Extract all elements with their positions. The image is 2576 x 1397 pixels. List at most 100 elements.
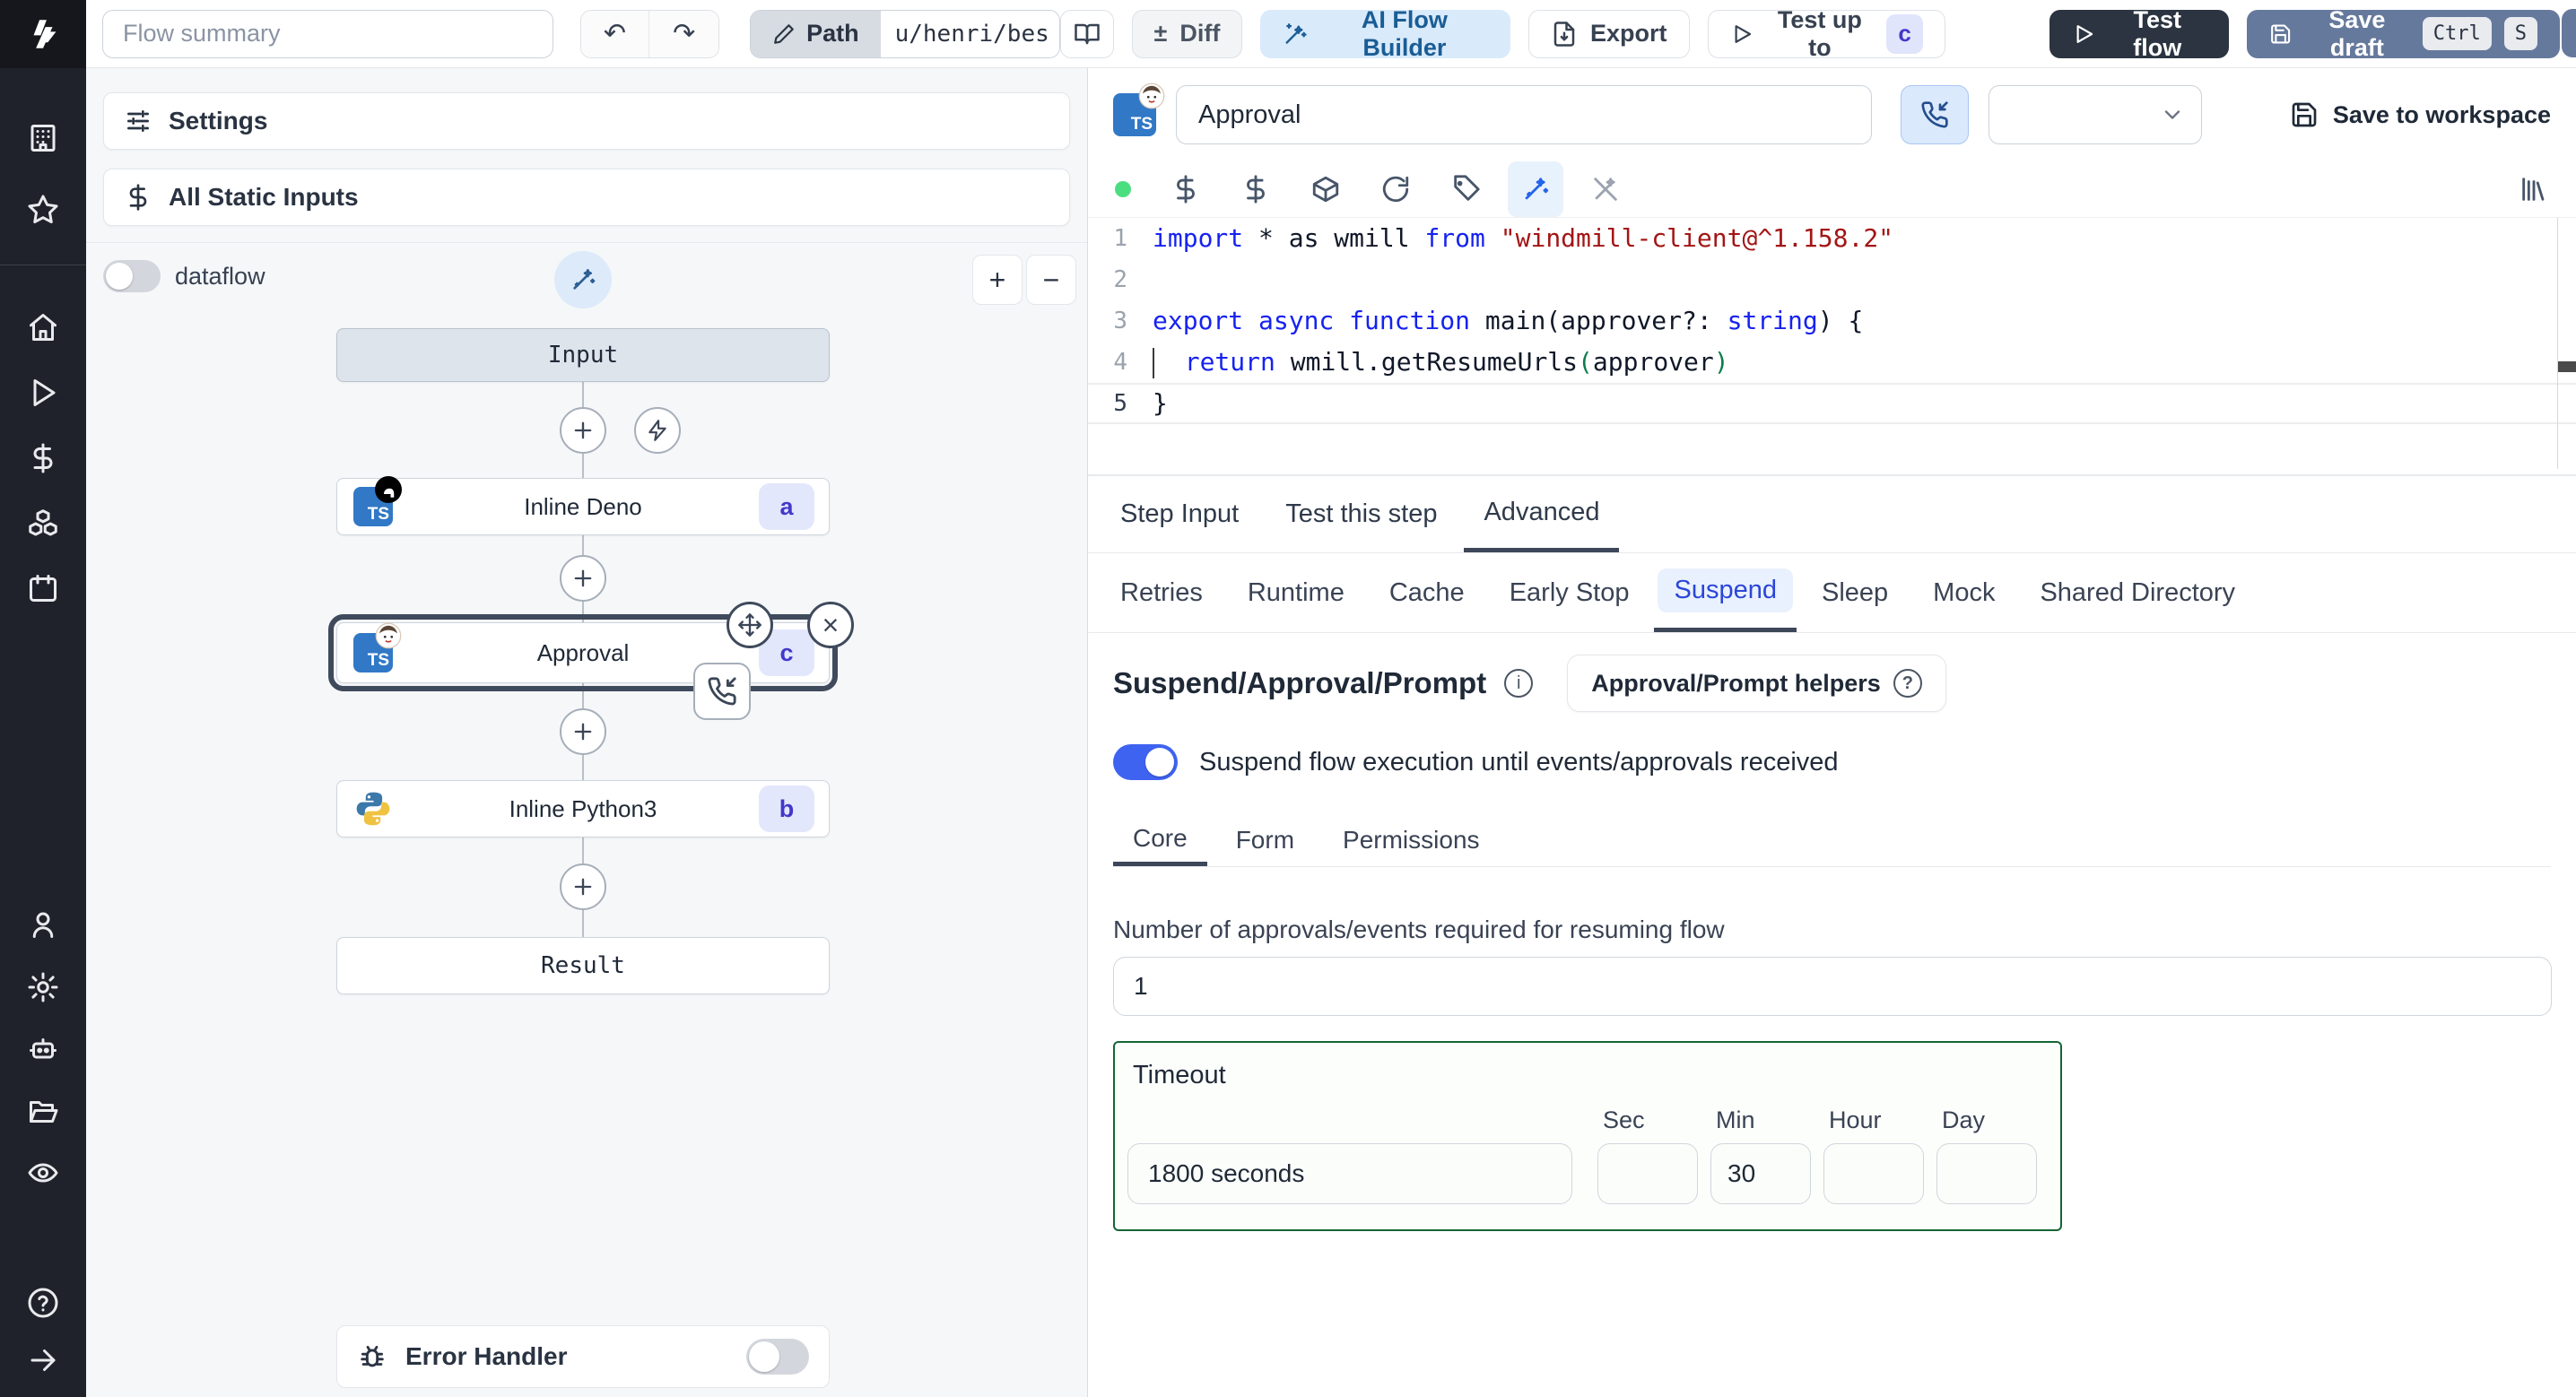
save-to-workspace-button[interactable]: Save to workspace — [2290, 100, 2551, 129]
save-draft-button[interactable]: Save draft Ctrl S — [2246, 6, 2560, 61]
code-line-active: 5 } — [1088, 383, 2576, 424]
dataflow-toggle[interactable] — [103, 260, 161, 292]
play-icon — [2076, 24, 2093, 43]
variables-dollar-icon[interactable] — [1171, 174, 1201, 204]
settings-gear-icon[interactable] — [27, 971, 59, 1003]
insert-step-button[interactable] — [560, 708, 606, 755]
zoom-out-button[interactable]: − — [1026, 255, 1076, 305]
test-flow-button[interactable]: Test flow — [2049, 6, 2229, 61]
resources-dollar-icon[interactable] — [1240, 174, 1271, 204]
step-name-input[interactable] — [1176, 85, 1872, 144]
graph-separator — [86, 242, 1087, 243]
move-step-button[interactable] — [727, 602, 773, 648]
library-icon[interactable] — [2519, 174, 2549, 204]
delete-step-button[interactable]: × — [807, 602, 854, 648]
windmill-logo[interactable] — [0, 0, 86, 68]
package-icon[interactable] — [1310, 174, 1341, 204]
graph-ai-wand-button[interactable] — [554, 251, 612, 308]
sec-input[interactable] — [1597, 1143, 1698, 1204]
diff-label: Diff — [1179, 20, 1221, 47]
home-icon[interactable] — [27, 311, 59, 343]
sidebar — [0, 0, 86, 1397]
approval-prompt-helpers-button[interactable]: Approval/Prompt helpers ? — [1567, 655, 1946, 712]
expand-arrow-icon[interactable] — [27, 1344, 59, 1376]
subtab-retries[interactable]: Retries — [1101, 553, 1223, 632]
runs-play-icon[interactable] — [27, 377, 59, 409]
tab-form[interactable]: Form — [1216, 814, 1314, 866]
suspend-toggle[interactable] — [1113, 744, 1178, 780]
help-circle-icon[interactable] — [27, 1287, 59, 1319]
ai-wand-off-icon[interactable] — [1590, 174, 1621, 204]
variables-dollar-icon[interactable] — [27, 442, 59, 474]
ai-flow-builder-button[interactable]: AI Flow Builder — [1260, 6, 1511, 61]
hour-input[interactable] — [1823, 1143, 1924, 1204]
flow-node-result[interactable]: Result — [336, 937, 830, 994]
subtab-suspend[interactable]: Suspend — [1654, 553, 1797, 632]
test-up-to-button[interactable]: Test up to c — [1707, 6, 1946, 61]
line-number: 3 — [1113, 308, 1127, 334]
save-draft-label: Save draft — [2328, 5, 2386, 61]
workspace-building-icon[interactable] — [27, 122, 59, 154]
flow-summary-input[interactable] — [102, 9, 553, 58]
subtab-shared-directory[interactable]: Shared Directory — [2020, 553, 2255, 632]
code-editor[interactable]: 1 import * as wmill from "windmill-clien… — [1088, 218, 2576, 474]
deploy-button-sliver[interactable] — [2562, 9, 2576, 57]
subtab-sleep[interactable]: Sleep — [1802, 553, 1908, 632]
subtab-runtime[interactable]: Runtime — [1228, 553, 1364, 632]
tab-advanced[interactable]: Advanced — [1464, 476, 1620, 552]
undo-button[interactable]: ↶ — [580, 10, 650, 57]
approvals-count-input[interactable] — [1113, 957, 2552, 1016]
tab-test-this-step[interactable]: Test this step — [1266, 476, 1457, 552]
error-handler-card[interactable]: Error Handler — [336, 1325, 830, 1388]
day-input[interactable] — [1936, 1143, 2037, 1204]
insert-step-button[interactable] — [560, 407, 606, 454]
suspend-phone-button[interactable] — [1901, 85, 1969, 144]
ctrl-key-badge: Ctrl — [2422, 17, 2492, 50]
min-input[interactable] — [1710, 1143, 1811, 1204]
ai-wand-icon — [1525, 178, 1549, 200]
sliders-icon — [127, 110, 149, 132]
export-button[interactable]: Export — [1528, 9, 1690, 58]
audit-eye-icon[interactable] — [27, 1157, 59, 1189]
zoom-in-button[interactable]: + — [972, 255, 1023, 305]
folders-icon[interactable] — [27, 1096, 59, 1128]
docs-button[interactable] — [1060, 9, 1114, 58]
insert-step-button[interactable] — [560, 555, 606, 602]
tag-icon[interactable] — [1450, 174, 1481, 204]
resources-boxes-icon[interactable] — [27, 508, 59, 540]
flow-node-input[interactable]: Input — [336, 328, 830, 382]
schedules-calendar-icon[interactable] — [27, 572, 59, 604]
editor-cursor-marker — [2558, 361, 2576, 372]
workspace-script-select[interactable] — [1989, 85, 2202, 144]
all-static-inputs-button[interactable]: All Static Inputs — [103, 169, 1070, 226]
users-icon[interactable] — [27, 908, 59, 941]
result-node-label: Result — [541, 952, 625, 979]
path-value-input[interactable] — [880, 10, 1060, 57]
insert-trigger-button[interactable] — [634, 407, 681, 454]
tab-permissions[interactable]: Permissions — [1323, 814, 1499, 866]
favorites-star-icon[interactable] — [27, 194, 59, 226]
approval-phone-incoming-badge[interactable] — [693, 663, 751, 720]
diff-button[interactable]: ± Diff — [1131, 9, 1243, 58]
subtab-early-stop[interactable]: Early Stop — [1490, 553, 1649, 632]
flow-node-python[interactable]: Inline Python3 b — [336, 780, 830, 837]
min-label: Min — [1716, 1106, 1755, 1133]
ai-assistant-wand-button[interactable] — [1508, 161, 1563, 217]
insert-step-button[interactable] — [560, 863, 606, 910]
workers-bot-icon[interactable] — [27, 1033, 59, 1065]
flow-settings-button[interactable]: Settings — [103, 92, 1070, 150]
timeout-total-input[interactable] — [1127, 1143, 1572, 1204]
error-handler-toggle[interactable] — [746, 1339, 809, 1375]
path-button[interactable]: Path — [751, 10, 881, 57]
subtab-cache[interactable]: Cache — [1370, 553, 1484, 632]
undo-redo-group: ↶ ↷ — [579, 9, 720, 58]
subtab-mock[interactable]: Mock — [1913, 553, 2015, 632]
helpers-label: Approval/Prompt helpers — [1591, 669, 1881, 697]
flow-node-deno[interactable]: TS Inline Deno a — [336, 476, 830, 535]
tab-step-input[interactable]: Step Input — [1101, 476, 1258, 552]
redo-button[interactable]: ↷ — [649, 10, 719, 57]
code-line: 3 export async function main(approver?: … — [1088, 300, 2576, 342]
tab-core[interactable]: Core — [1113, 814, 1207, 866]
refresh-icon[interactable] — [1380, 174, 1411, 204]
advanced-subtabs: Retries Runtime Cache Early Stop Suspend… — [1088, 553, 2576, 633]
